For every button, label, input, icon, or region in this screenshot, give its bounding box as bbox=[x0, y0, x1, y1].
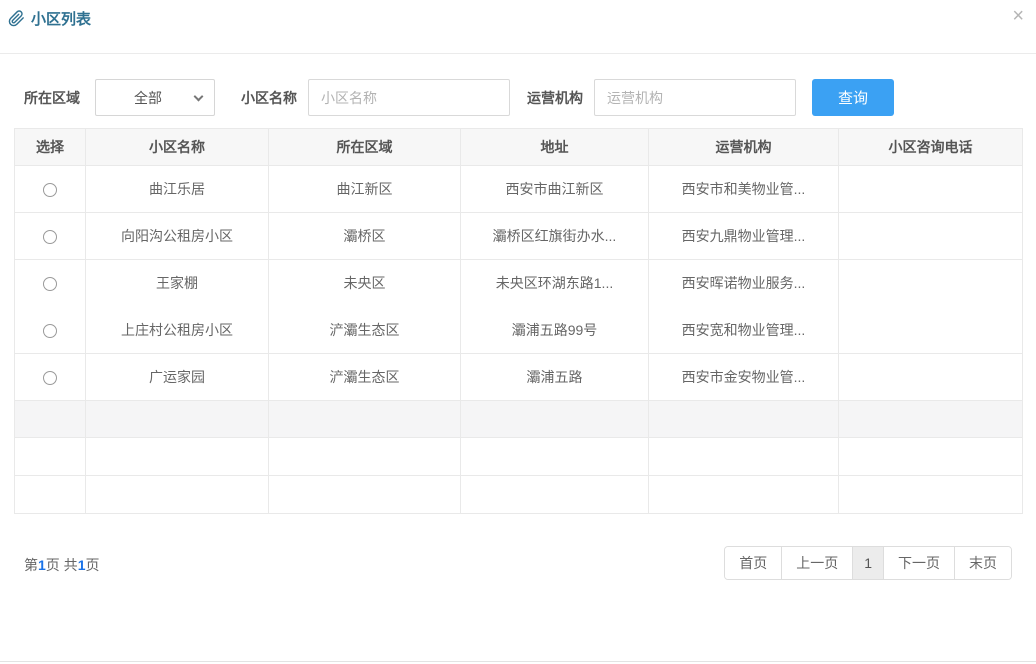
table-row: 广运家园 浐灞生态区 灞浦五路 西安市金安物业管... bbox=[15, 354, 1023, 401]
page-summary-prefix: 第 bbox=[24, 557, 38, 573]
pager-button-group: 首页 上一页 1 下一页 末页 bbox=[724, 546, 1012, 580]
region-select-value: 全部 bbox=[134, 88, 162, 108]
page-summary: 第1页 共1页 bbox=[24, 555, 99, 575]
community-name-label: 小区名称 bbox=[241, 88, 297, 108]
cell-community-name: 上庄村公租房小区 bbox=[86, 307, 269, 354]
paperclip-icon bbox=[8, 10, 25, 27]
last-page-button[interactable]: 末页 bbox=[955, 547, 1011, 579]
cell-phone bbox=[839, 260, 1023, 307]
page-summary-suffix: 页 bbox=[85, 557, 99, 573]
header-operator: 运营机构 bbox=[649, 129, 839, 166]
empty-row bbox=[15, 476, 1023, 514]
cell-region: 未央区 bbox=[269, 260, 461, 307]
filter-bar: 所在区域 全部 小区名称 运营机构 查询 bbox=[0, 79, 1036, 116]
cell-phone bbox=[839, 307, 1023, 354]
dialog-title: 小区列表 bbox=[31, 8, 91, 29]
prev-page-button[interactable]: 上一页 bbox=[782, 547, 853, 579]
chevron-down-icon bbox=[194, 92, 204, 102]
community-table-wrap: 选择 小区名称 所在区域 地址 运营机构 小区咨询电话 曲江乐居 曲江新区 西安… bbox=[14, 128, 1023, 514]
cell-address: 灞桥区红旗街办水... bbox=[461, 213, 649, 260]
row-select-radio[interactable] bbox=[43, 230, 57, 244]
cell-operator: 西安晖诺物业服务... bbox=[649, 260, 839, 307]
dialog-header: 小区列表 × bbox=[0, 0, 1036, 54]
first-page-button[interactable]: 首页 bbox=[725, 547, 782, 579]
search-button[interactable]: 查询 bbox=[812, 79, 894, 116]
community-name-input[interactable] bbox=[308, 79, 510, 116]
region-label: 所在区域 bbox=[24, 88, 80, 108]
current-page-number: 1 bbox=[38, 557, 46, 573]
empty-row bbox=[15, 438, 1023, 476]
community-list-dialog: 小区列表 × 所在区域 全部 小区名称 运营机构 查询 选择 小区名称 所在区域 bbox=[0, 0, 1036, 662]
header-community-name: 小区名称 bbox=[86, 129, 269, 166]
cell-region: 曲江新区 bbox=[269, 166, 461, 213]
row-select-radio[interactable] bbox=[43, 183, 57, 197]
header-region: 所在区域 bbox=[269, 129, 461, 166]
cell-address: 灞浦五路 bbox=[461, 354, 649, 401]
cell-phone bbox=[839, 213, 1023, 260]
community-table: 选择 小区名称 所在区域 地址 运营机构 小区咨询电话 曲江乐居 曲江新区 西安… bbox=[14, 128, 1023, 514]
cell-community-name: 广运家园 bbox=[86, 354, 269, 401]
row-select-radio[interactable] bbox=[43, 277, 57, 291]
table-row: 王家棚 未央区 未央区环湖东路1... 西安晖诺物业服务... bbox=[15, 260, 1023, 307]
empty-row bbox=[15, 401, 1023, 438]
row-select-radio[interactable] bbox=[43, 371, 57, 385]
page-summary-middle: 页 共 bbox=[46, 557, 78, 573]
table-row: 上庄村公租房小区 浐灞生态区 灞浦五路99号 西安宽和物业管理... bbox=[15, 307, 1023, 354]
next-page-button[interactable]: 下一页 bbox=[884, 547, 955, 579]
cell-address: 未央区环湖东路1... bbox=[461, 260, 649, 307]
close-icon[interactable]: × bbox=[1012, 6, 1024, 26]
cell-community-name: 王家棚 bbox=[86, 260, 269, 307]
cell-phone bbox=[839, 354, 1023, 401]
cell-operator: 西安宽和物业管理... bbox=[649, 307, 839, 354]
header-address: 地址 bbox=[461, 129, 649, 166]
header-phone: 小区咨询电话 bbox=[839, 129, 1023, 166]
cell-community-name: 向阳沟公租房小区 bbox=[86, 213, 269, 260]
pagination-bar: 第1页 共1页 首页 上一页 1 下一页 末页 bbox=[0, 546, 1036, 580]
cell-address: 灞浦五路99号 bbox=[461, 307, 649, 354]
table-header-row: 选择 小区名称 所在区域 地址 运营机构 小区咨询电话 bbox=[15, 129, 1023, 166]
cell-region: 浐灞生态区 bbox=[269, 307, 461, 354]
dialog-title-wrap: 小区列表 bbox=[8, 8, 91, 29]
operator-label: 运营机构 bbox=[527, 88, 583, 108]
cell-phone bbox=[839, 166, 1023, 213]
row-select-radio[interactable] bbox=[43, 324, 57, 338]
page-number-button[interactable]: 1 bbox=[853, 547, 884, 579]
cell-region: 浐灞生态区 bbox=[269, 354, 461, 401]
cell-community-name: 曲江乐居 bbox=[86, 166, 269, 213]
cell-operator: 西安市金安物业管... bbox=[649, 354, 839, 401]
table-row: 曲江乐居 曲江新区 西安市曲江新区 西安市和美物业管... bbox=[15, 166, 1023, 213]
cell-address: 西安市曲江新区 bbox=[461, 166, 649, 213]
header-select: 选择 bbox=[15, 129, 86, 166]
cell-operator: 西安市和美物业管... bbox=[649, 166, 839, 213]
table-row: 向阳沟公租房小区 灞桥区 灞桥区红旗街办水... 西安九鼎物业管理... bbox=[15, 213, 1023, 260]
operator-input[interactable] bbox=[594, 79, 796, 116]
cell-region: 灞桥区 bbox=[269, 213, 461, 260]
region-select[interactable]: 全部 bbox=[95, 79, 215, 116]
cell-operator: 西安九鼎物业管理... bbox=[649, 213, 839, 260]
